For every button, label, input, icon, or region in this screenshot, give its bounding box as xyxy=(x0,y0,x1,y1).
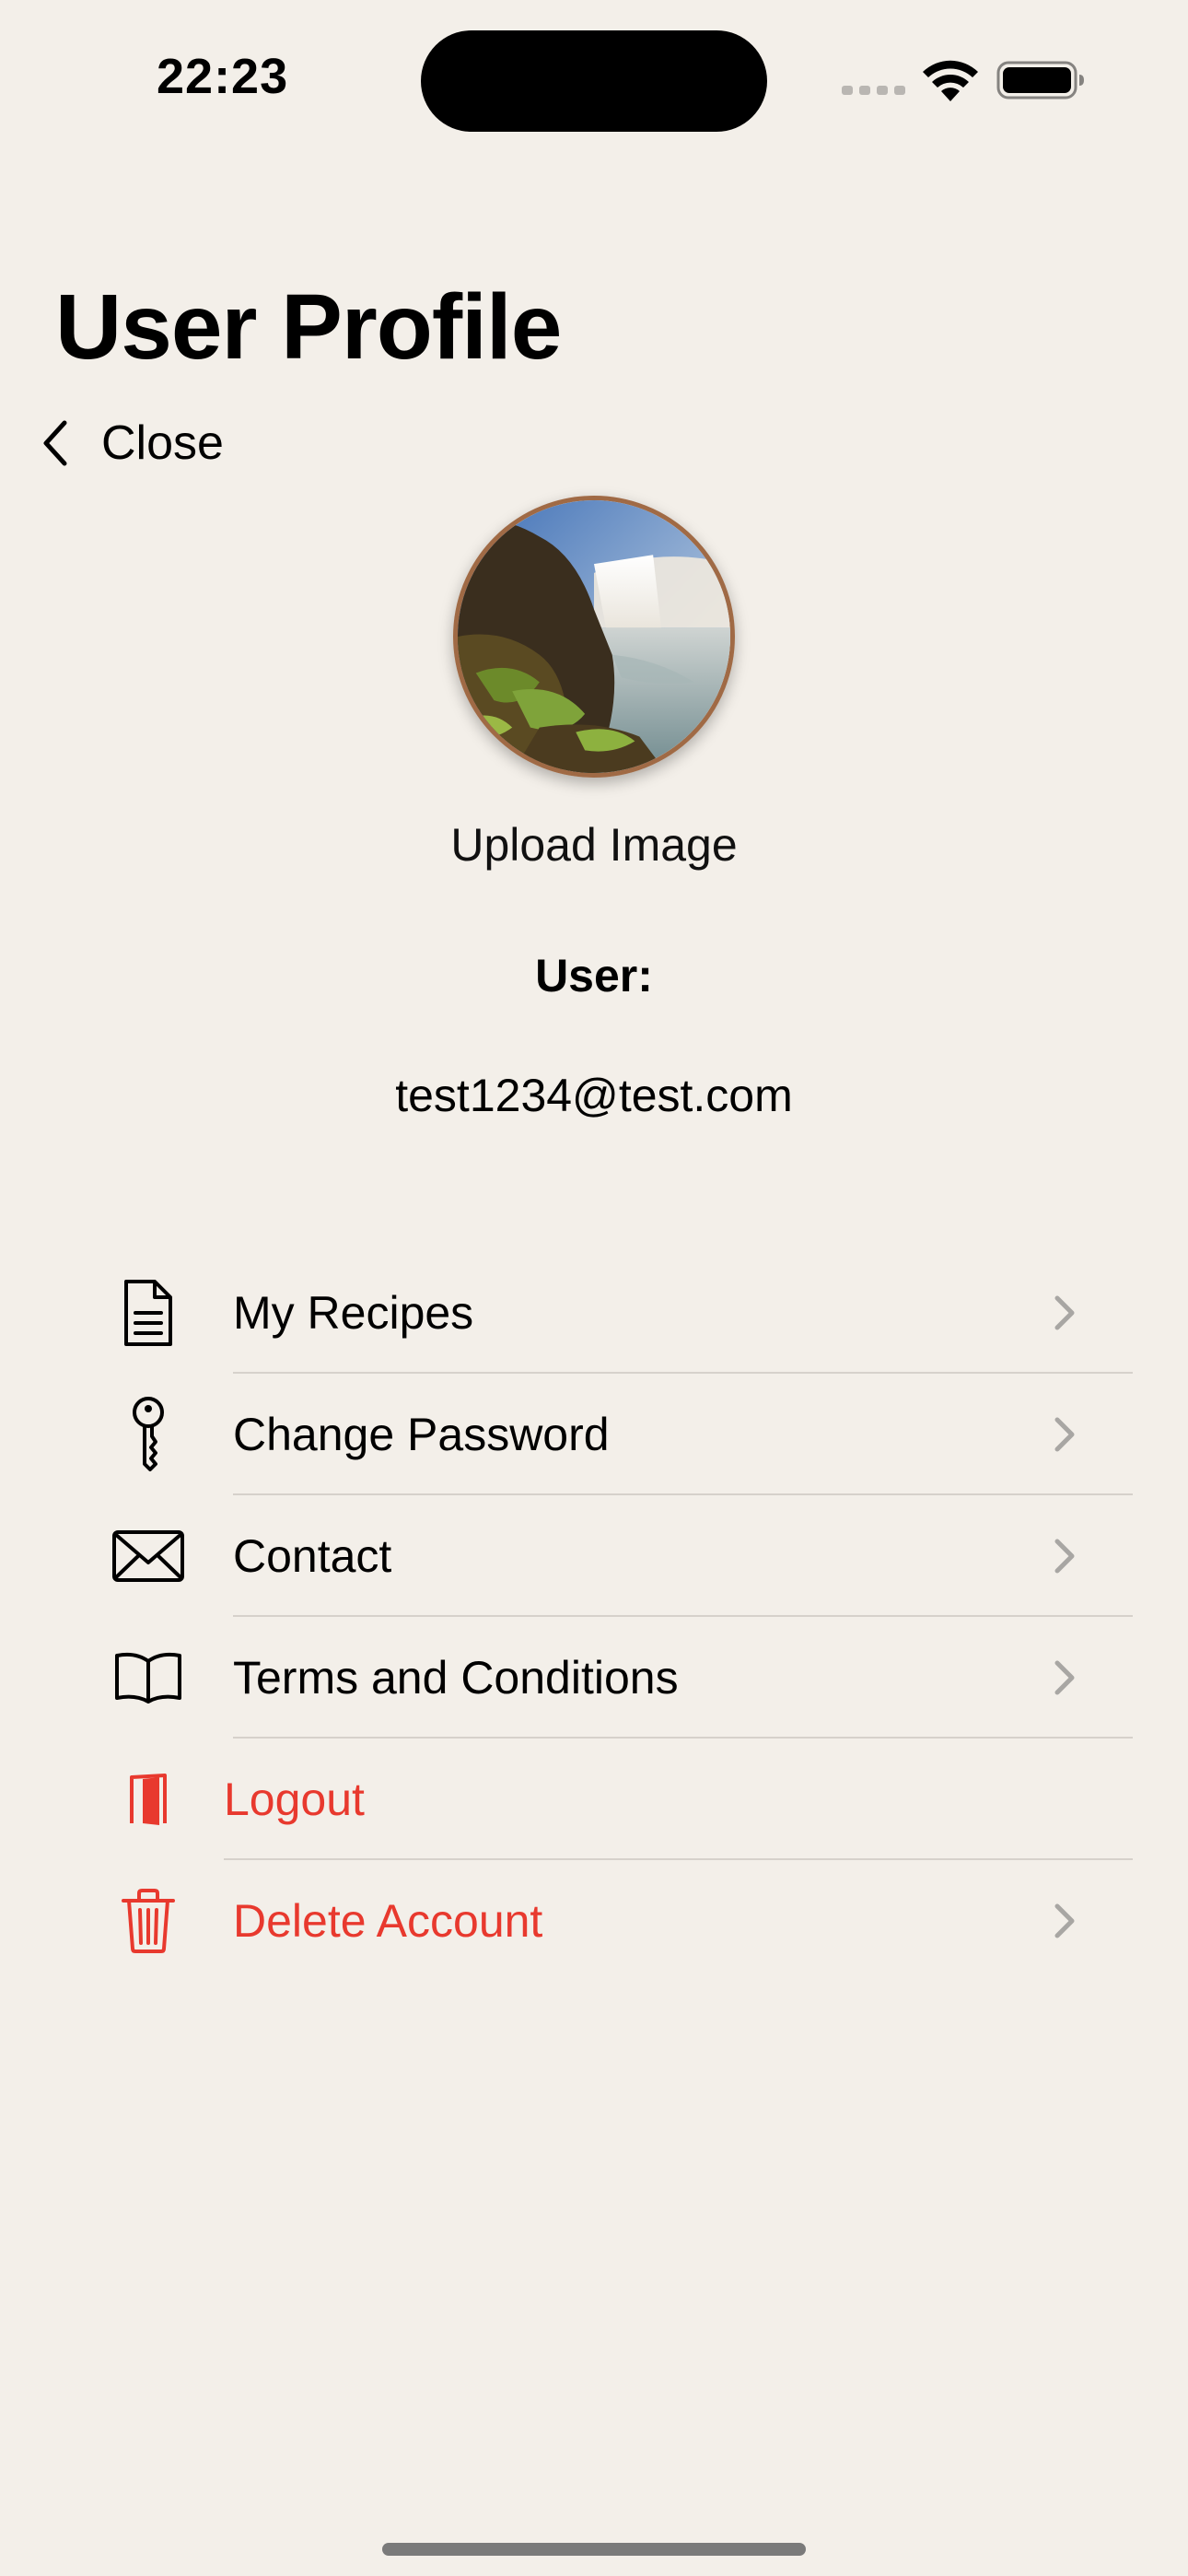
chevron-right-icon xyxy=(1054,1903,1075,1938)
page-title: User Profile xyxy=(55,275,562,379)
close-button[interactable]: Close xyxy=(41,413,224,474)
user-email: test1234@test.com xyxy=(395,1070,793,1121)
wifi-icon xyxy=(923,60,978,101)
menu-item-label: Terms and Conditions xyxy=(233,1652,679,1704)
avatar[interactable] xyxy=(453,496,735,778)
menu-item-delete-account[interactable]: Delete Account xyxy=(0,1860,1188,1982)
document-icon xyxy=(103,1276,193,1350)
chevron-left-icon xyxy=(43,420,67,466)
menu-item-label: Logout xyxy=(224,1774,365,1825)
menu-item-label: Change Password xyxy=(233,1409,610,1460)
door-icon xyxy=(103,1762,193,1836)
close-button-label: Close xyxy=(101,416,224,470)
menu-item-terms-and-conditions[interactable]: Terms and Conditions xyxy=(0,1617,1188,1739)
dynamic-island xyxy=(421,30,767,132)
book-icon xyxy=(103,1641,193,1715)
menu-item-label: My Recipes xyxy=(233,1287,474,1339)
profile-menu: My Recipes Change Password Contact Terms… xyxy=(0,1252,1188,1982)
menu-item-label: Contact xyxy=(233,1530,392,1582)
cellular-signal-icon xyxy=(842,86,905,95)
menu-item-logout[interactable]: Logout xyxy=(0,1739,1188,1860)
menu-item-change-password[interactable]: Change Password xyxy=(0,1374,1188,1495)
envelope-icon xyxy=(103,1519,193,1593)
profile-image xyxy=(458,500,730,773)
status-bar-time: 22:23 xyxy=(157,49,289,104)
chevron-right-icon xyxy=(1054,1417,1075,1452)
chevron-right-icon xyxy=(1054,1295,1075,1330)
upload-image-button[interactable]: Upload Image xyxy=(0,818,1188,872)
menu-item-my-recipes[interactable]: My Recipes xyxy=(0,1252,1188,1374)
key-icon xyxy=(103,1397,193,1471)
home-indicator[interactable] xyxy=(382,2543,806,2556)
trash-icon xyxy=(103,1884,193,1958)
user-label: User: xyxy=(535,950,653,1001)
chevron-right-icon xyxy=(1054,1539,1075,1574)
chevron-right-icon xyxy=(1054,1660,1075,1695)
menu-item-contact[interactable]: Contact xyxy=(0,1495,1188,1617)
battery-icon xyxy=(996,61,1084,100)
menu-item-label: Delete Account xyxy=(233,1895,543,1947)
